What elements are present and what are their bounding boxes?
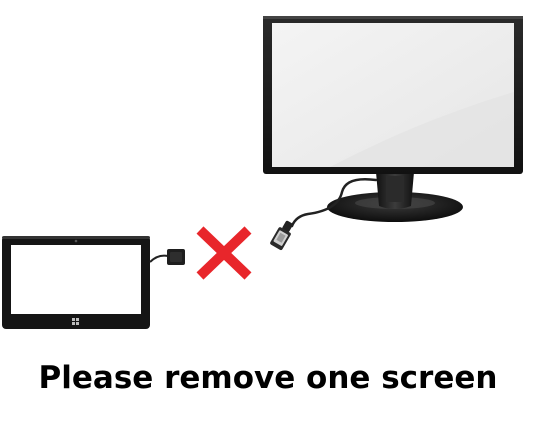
tablet-cable xyxy=(149,254,169,263)
disconnected-cross-icon xyxy=(196,226,252,280)
tablet-screen xyxy=(11,245,141,314)
video-cable-icon xyxy=(270,220,293,251)
tablet-camera xyxy=(74,239,78,243)
monitor-icon xyxy=(263,16,523,228)
instruction-text: Please remove one screen xyxy=(38,360,498,396)
tablet-icon xyxy=(2,236,185,329)
